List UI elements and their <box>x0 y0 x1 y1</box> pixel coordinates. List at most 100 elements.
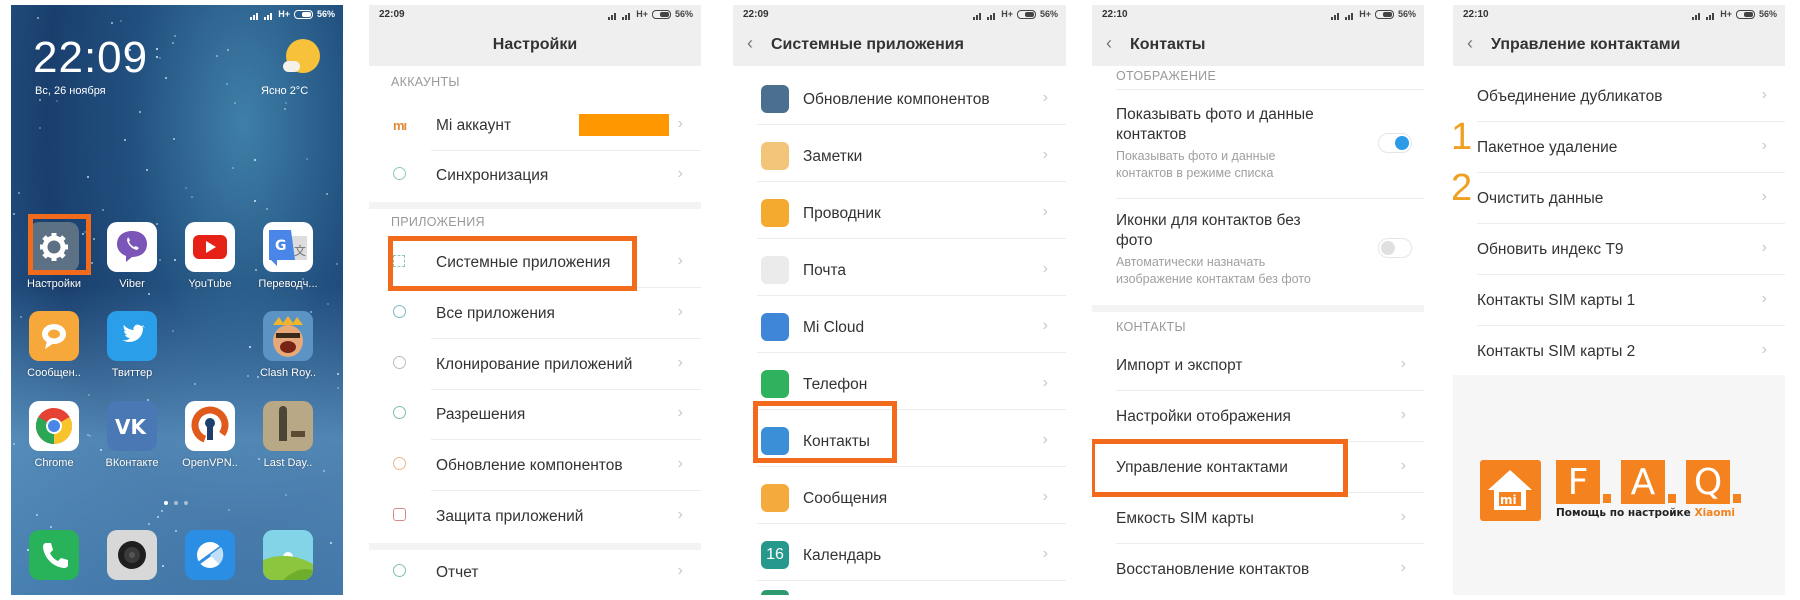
app-youtube[interactable]: YouTube <box>172 222 248 290</box>
item-label: Mi аккаунт <box>436 117 512 134</box>
settings-item-app-protection[interactable]: Защита приложений › <box>369 492 701 542</box>
status-time: 22:09 <box>379 9 405 20</box>
translate-icon: G文 <box>263 222 313 272</box>
network-type: H+ <box>1720 9 1732 19</box>
contacts-settings-item[interactable]: Импорт и экспорт › <box>1092 341 1424 391</box>
app-vk[interactable]: VK ВКонтакте <box>94 401 170 469</box>
system-app-item[interactable]: Почта › <box>733 246 1066 296</box>
mi-icon: mı <box>393 118 407 133</box>
app-label: ВКонтакте <box>105 457 159 469</box>
settings-item-all-apps[interactable]: Все приложения › <box>369 289 701 339</box>
star-dot <box>18 192 20 194</box>
phone-app-icon <box>761 370 789 398</box>
chevron-right-icon: › <box>677 354 683 371</box>
notes-app-icon <box>761 142 789 170</box>
star-dot <box>120 20 122 22</box>
system-app-item[interactable]: 16 Календарь › <box>733 531 1066 581</box>
app-bar: 22:09 H+ 56% ‹ Системные приложения <box>733 5 1066 66</box>
manage-contacts-item[interactable]: Объединение дубликатов › <box>1453 72 1785 122</box>
system-app-item[interactable]: Сообщения › <box>733 474 1066 524</box>
system-app-item[interactable]: Обновление компонентов › <box>733 75 1066 125</box>
chevron-right-icon: › <box>1400 406 1406 423</box>
twitter-icon <box>107 311 157 361</box>
date-label: Вс, 26 ноября <box>35 85 106 97</box>
contacts-settings-item[interactable]: Восстановление контактов › <box>1092 545 1424 595</box>
highlight-box <box>28 214 91 275</box>
star-dot <box>102 209 104 211</box>
star-dot <box>146 169 148 171</box>
star-dot <box>227 49 229 51</box>
weather-label[interactable]: Ясно 2°C <box>261 85 308 97</box>
toggle-title: Показывать фото и данные контактов <box>1116 106 1314 143</box>
manage-contacts-item[interactable]: Очистить данные › <box>1453 174 1785 224</box>
app-chrome[interactable]: Chrome <box>16 401 92 469</box>
app-twitter[interactable]: Твиттер <box>94 311 170 379</box>
back-arrow-icon[interactable]: ‹ <box>1467 33 1473 54</box>
star-dot <box>254 159 256 161</box>
back-arrow-icon[interactable]: ‹ <box>1106 33 1112 54</box>
manage-contacts-item[interactable]: Контакты SIM карты 1 › <box>1453 276 1785 326</box>
star-dot <box>336 263 338 265</box>
contacts-settings-item[interactable]: Настройки отображения › <box>1092 392 1424 442</box>
item-label: Импорт и экспорт <box>1116 357 1243 374</box>
settings-item-sync[interactable]: Синхронизация › <box>369 151 701 201</box>
chevron-right-icon: › <box>1761 239 1767 256</box>
dock-phone[interactable] <box>16 530 92 580</box>
manage-contacts-item[interactable]: Контакты SIM карты 2 › <box>1453 327 1785 377</box>
item-label: Контакты SIM карты 1 <box>1477 292 1636 309</box>
settings-item-report[interactable]: Отчет › <box>369 548 701 595</box>
chevron-right-icon: › <box>1400 508 1406 525</box>
phone-icon <box>29 530 79 580</box>
app-label: Твиттер <box>111 367 153 379</box>
calendar-app-icon: 16 <box>761 541 789 569</box>
chevron-right-icon: › <box>1761 137 1767 154</box>
manage-contacts-screen: 22:10 H+ 56% ‹ Управление контактами Объ… <box>1453 5 1785 595</box>
status-bar: H+ 56% <box>973 9 1058 20</box>
settings-item-clone-apps[interactable]: Клонирование приложений › <box>369 340 701 390</box>
page-title: Управление контактами <box>1491 36 1681 53</box>
toggle-switch-on[interactable] <box>1378 133 1412 153</box>
clock-widget[interactable]: 22:09 <box>33 33 148 83</box>
chevron-right-icon: › <box>677 165 683 182</box>
signal-icon <box>1692 10 1702 20</box>
chevron-right-icon: › <box>1042 89 1048 106</box>
signal-icon <box>987 10 997 20</box>
star-dot <box>284 108 286 110</box>
battery-icon <box>1735 9 1755 19</box>
manage-contacts-item[interactable]: Обновить индекс T9 › <box>1453 225 1785 275</box>
app-translate[interactable]: G文 Переводч... <box>250 222 326 290</box>
dock-gallery[interactable] <box>250 530 326 580</box>
status-bar: H+ 56% <box>1692 9 1777 20</box>
chevron-right-icon: › <box>677 252 683 269</box>
system-app-item[interactable]: Проводник › <box>733 189 1066 239</box>
dock-browser[interactable] <box>172 530 248 580</box>
battery-level: 56% <box>316 9 335 19</box>
settings-item-mi-account[interactable]: mı Mi аккаунт › <box>369 101 701 151</box>
signal-icon <box>250 10 260 20</box>
app-bar: 22:10 H+ 56% ‹ Контакты <box>1092 5 1424 66</box>
settings-item-permissions[interactable]: Разрешения › <box>369 390 701 440</box>
settings-item-component-update[interactable]: Обновление компонентов › <box>369 441 701 491</box>
app-openvpn[interactable]: OpenVPN.. <box>172 401 248 469</box>
star-dot <box>173 138 175 140</box>
system-app-item[interactable]: Заметки › <box>733 132 1066 182</box>
toggle-switch-off[interactable] <box>1378 238 1412 258</box>
signal-icon <box>1706 10 1716 20</box>
item-label: Пакетное удаление <box>1477 139 1618 156</box>
back-arrow-icon[interactable]: ‹ <box>747 33 753 54</box>
contacts-settings-item[interactable]: Емкость SIM карты › <box>1092 494 1424 544</box>
system-app-item[interactable]: Mi Cloud › <box>733 303 1066 353</box>
app-viber[interactable]: Viber <box>94 222 170 290</box>
star-dot <box>13 443 15 445</box>
item-label: Обновление компонентов <box>803 91 990 108</box>
app-last-day[interactable]: Last Day.. <box>250 401 326 469</box>
vk-icon: VK <box>107 401 157 451</box>
app-clash-royale[interactable]: Clash Roy.. <box>250 311 326 379</box>
app-messages[interactable]: Сообщен.. <box>16 311 92 379</box>
manage-contacts-item[interactable]: Пакетное удаление › <box>1453 123 1785 173</box>
page-indicator[interactable] <box>164 501 188 505</box>
star-dot <box>172 330 174 332</box>
item-label: Контакты SIM карты 2 <box>1477 343 1636 360</box>
dock-camera[interactable] <box>94 530 170 580</box>
item-label: Сообщения <box>803 490 888 507</box>
